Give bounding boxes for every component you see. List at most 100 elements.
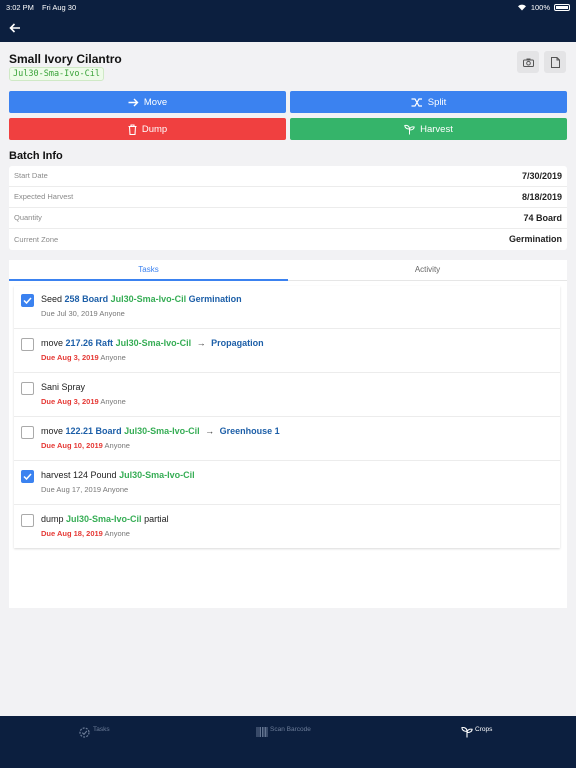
task-batch-code: Jul30-Sma-Ivo-Cil	[115, 338, 192, 348]
nav-crops[interactable]: Crops	[461, 726, 492, 738]
task-meta: Due Aug 10, 2019 Anyone	[41, 441, 130, 450]
info-label: Start Date	[14, 171, 48, 181]
split-icon	[411, 97, 422, 107]
tab-bar: Tasks Activity	[9, 260, 567, 281]
task-due-date: Due Aug 17, 2019	[41, 485, 102, 494]
task-list: Seed 258 Board Jul30-Sma-Ivo-Cil Germina…	[14, 286, 560, 548]
task-destination: Germination	[188, 294, 242, 304]
top-bar: 3:02 PM Fri Aug 30 100%	[0, 0, 576, 42]
task-meta: Due Aug 18, 2019 Anyone	[41, 529, 130, 538]
dump-button[interactable]: Dump	[9, 118, 286, 140]
arrow-left-icon	[9, 23, 20, 33]
task-quantity: 217.26 Raft	[65, 338, 114, 348]
task-suffix: partial	[144, 514, 169, 524]
task-assignee: Anyone	[104, 529, 130, 538]
task-assignee: Anyone	[99, 309, 125, 318]
document-button[interactable]	[544, 51, 566, 73]
task-destination: Greenhouse 1	[219, 426, 280, 436]
info-label: Quantity	[14, 213, 42, 223]
split-label: Split	[427, 96, 447, 108]
battery-icon	[554, 3, 570, 11]
wifi-icon	[517, 4, 526, 11]
move-button[interactable]: Move	[9, 91, 286, 113]
task-batch-code: Jul30-Sma-Ivo-Cil	[66, 514, 142, 524]
info-value: 7/30/2019	[521, 170, 562, 181]
batch-info-card: Start Date 7/30/2019 Expected Harvest 8/…	[9, 166, 567, 250]
task-meta: Due Aug 3, 2019 Anyone	[41, 353, 126, 362]
task-arrow: →	[205, 426, 215, 436]
batch-code-chip: Jul30-Sma-Ivo-Cil	[9, 67, 104, 81]
tab-activity[interactable]: Activity	[288, 260, 567, 281]
task-checkbox[interactable]	[21, 338, 34, 351]
task-due-date: Due Aug 18, 2019	[41, 529, 103, 538]
task-due-date: Due Jul 30, 2019	[41, 309, 98, 318]
nav-crops-label: Crops	[475, 726, 493, 733]
task-verb: dump	[41, 514, 64, 524]
task-description: dump Jul30-Sma-Ivo-Cil partial	[41, 514, 169, 524]
batch-header: Small Ivory Cilantro Jul30-Sma-Ivo-Cil	[9, 46, 567, 88]
task-assignee: Anyone	[100, 353, 126, 362]
task-row[interactable]: move 217.26 Raft Jul30-Sma-Ivo-Cil → Pro…	[14, 330, 560, 373]
task-checkbox[interactable]	[21, 426, 34, 439]
task-arrow: →	[196, 338, 206, 348]
task-checkbox[interactable]	[21, 514, 34, 527]
task-verb: move	[41, 338, 64, 348]
document-icon	[550, 56, 560, 68]
task-assignee: Anyone	[104, 441, 130, 450]
task-row[interactable]: Seed 258 Board Jul30-Sma-Ivo-Cil Germina…	[14, 286, 560, 329]
task-verb: move	[41, 426, 64, 436]
task-checkbox[interactable]	[21, 470, 34, 483]
check-icon	[23, 473, 32, 480]
dump-label: Dump	[141, 123, 168, 135]
task-meta: Due Jul 30, 2019 Anyone	[41, 309, 125, 318]
split-button[interactable]: Split	[290, 91, 567, 113]
task-meta: Due Aug 3, 2019 Anyone	[41, 397, 126, 406]
harvest-label: Harvest	[420, 123, 453, 135]
nav-tasks-label: Tasks	[93, 726, 110, 733]
task-row[interactable]: dump Jul30-Sma-Ivo-Cil partial Due Aug 1…	[14, 506, 560, 549]
info-row-expected-harvest: Expected Harvest 8/18/2019	[9, 187, 567, 208]
task-description: Seed 258 Board Jul30-Sma-Ivo-Cil Germina…	[41, 294, 242, 304]
task-checkbox[interactable]	[21, 294, 34, 307]
harvest-button[interactable]: Harvest	[290, 118, 567, 140]
check-icon	[23, 297, 32, 304]
info-label: Current Zone	[14, 234, 59, 244]
sprout-icon	[404, 124, 415, 134]
info-value: 8/18/2019	[521, 191, 562, 202]
info-value: Germination	[508, 234, 562, 245]
task-description: move 122.21 Board Jul30-Sma-Ivo-Cil → Gr…	[41, 426, 280, 436]
task-batch-code: Jul30-Sma-Ivo-Cil	[119, 470, 195, 480]
barcode-icon	[256, 727, 268, 737]
task-verb: Sani Spray	[41, 382, 86, 392]
task-due-date: Due Aug 3, 2019	[41, 353, 99, 362]
nav-scan-barcode[interactable]: Scan Barcode	[256, 726, 311, 738]
status-date: Fri Aug 30	[41, 2, 77, 12]
sprout-icon	[461, 726, 473, 738]
task-destination: Propagation	[211, 338, 264, 348]
nav-scan-label: Scan Barcode	[270, 726, 311, 733]
task-quantity: 122.21 Board	[65, 426, 122, 436]
task-verb: Seed	[41, 294, 63, 304]
info-row-current-zone: Current Zone Germination	[9, 229, 567, 250]
task-batch-code: Jul30-Sma-Ivo-Cil	[124, 426, 200, 436]
task-checkbox[interactable]	[21, 382, 34, 395]
nav-tasks[interactable]: Tasks	[78, 726, 110, 739]
tab-tasks[interactable]: Tasks	[9, 260, 288, 281]
camera-button[interactable]	[517, 51, 539, 73]
move-label: Move	[143, 96, 168, 108]
camera-icon	[522, 58, 534, 67]
task-due-date: Due Aug 3, 2019	[41, 397, 99, 406]
task-row[interactable]: move 122.21 Board Jul30-Sma-Ivo-Cil → Gr…	[14, 418, 560, 461]
status-time: 3:02 PM	[6, 2, 34, 12]
info-row-start-date: Start Date 7/30/2019	[9, 166, 567, 187]
battery-percent: 100%	[530, 2, 550, 12]
task-description: Sani Spray	[41, 382, 85, 392]
task-row[interactable]: Sani Spray Due Aug 3, 2019 Anyone	[14, 374, 560, 417]
arrow-right-icon	[128, 98, 139, 106]
info-row-quantity: Quantity 74 Board	[9, 208, 567, 229]
back-button[interactable]	[6, 19, 24, 37]
tasks-gear-icon	[79, 727, 90, 738]
tasks-panel: Tasks Activity Seed 258 Board Jul30-Sma-…	[9, 260, 567, 608]
task-row[interactable]: harvest 124 Pound Jul30-Sma-Ivo-Cil Due …	[14, 462, 560, 505]
bottom-tab-bar: Tasks Scan Barcode Crops	[0, 716, 576, 768]
